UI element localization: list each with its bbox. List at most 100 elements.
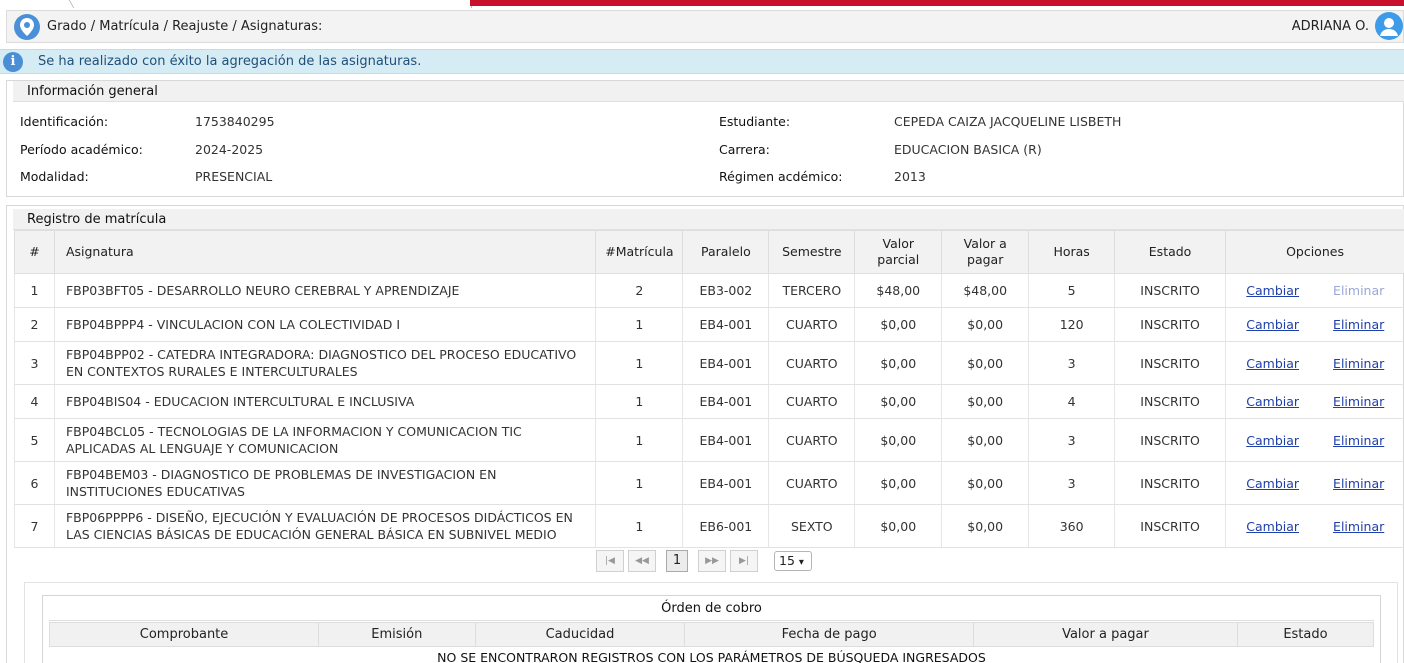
row-opciones: Cambiar Eliminar <box>1225 461 1404 505</box>
cobro-header-fecha-pago: Fecha de pago <box>684 622 975 647</box>
no-records-message: NO SE ENCONTRARON REGISTROS CON LOS PARÁ… <box>437 650 986 663</box>
row-paralelo: EB3-002 <box>682 273 769 308</box>
row-matricula: 1 <box>595 504 683 548</box>
cambiar-link[interactable]: Cambiar <box>1246 355 1299 372</box>
row-horas: 3 <box>1028 341 1115 385</box>
row-semestre: CUARTO <box>768 307 855 342</box>
row-valor-parcial: $48,00 <box>854 273 942 308</box>
row-opciones: Cambiar Eliminar <box>1225 504 1404 548</box>
user-avatar-icon[interactable] <box>1375 12 1403 40</box>
table-row: 4 FBP04BIS04 - EDUCACION INTERCULTURAL E … <box>14 384 1404 419</box>
registro-table: # Asignatura #Matrícula Paralelo Semestr… <box>14 230 1404 548</box>
success-alert: i Se ha realizado con éxito la agregació… <box>0 49 1404 74</box>
prev-page-button[interactable]: ◀◀ <box>628 550 656 572</box>
row-valor-pagar: $0,00 <box>941 341 1029 385</box>
label-regimen: Régimen acdémico: <box>719 169 843 184</box>
row-opciones: Cambiar Eliminar <box>1225 273 1404 308</box>
cambiar-link[interactable]: Cambiar <box>1246 518 1299 535</box>
header-num: # <box>14 230 55 274</box>
row-valor-pagar: $0,00 <box>941 418 1029 462</box>
browser-top-strip <box>0 0 1404 8</box>
eliminar-link[interactable]: Eliminar <box>1333 433 1384 448</box>
cambiar-link[interactable]: Cambiar <box>1246 432 1299 449</box>
info-icon: i <box>3 52 23 72</box>
cambiar-link[interactable]: Cambiar <box>1246 393 1299 410</box>
location-pin-icon <box>14 14 40 40</box>
table-row: 1 FBP03BFT05 - DESARROLLO NEURO CEREBRAL … <box>14 273 1404 308</box>
header-horas: Horas <box>1028 230 1116 274</box>
last-page-button[interactable]: ▶| <box>730 550 758 572</box>
cambiar-link[interactable]: Cambiar <box>1246 282 1299 299</box>
label-identificacion: Identificación: <box>20 114 109 129</box>
table-row: 3 FBP04BPP02 - CATEDRA INTEGRADORA: DIAGN… <box>14 341 1404 385</box>
row-opciones: Cambiar Eliminar <box>1225 418 1404 462</box>
alert-message: Se ha realizado con éxito la agregación … <box>38 54 422 69</box>
user-name[interactable]: ADRIANA O. <box>1292 19 1369 34</box>
row-opciones: Cambiar Eliminar <box>1225 307 1404 342</box>
header-asignatura: Asignatura <box>53 230 597 274</box>
value-identificacion: 1753840295 <box>195 114 275 129</box>
row-valor-pagar: $0,00 <box>941 461 1029 505</box>
row-semestre: CUARTO <box>768 384 855 419</box>
cobro-header-caducidad: Caducidad <box>474 622 686 647</box>
value-regimen: 2013 <box>894 169 926 184</box>
value-estudiante: CEPEDA CAIZA JACQUELINE LISBETH <box>894 114 1122 129</box>
row-valor-parcial: $0,00 <box>854 461 942 505</box>
row-num: 7 <box>14 504 55 548</box>
row-num: 6 <box>14 461 55 505</box>
eliminar-link[interactable]: Eliminar <box>1333 317 1384 332</box>
row-num: 3 <box>14 341 55 385</box>
cobro-panel: Órden de cobro Comprobante Emisión Caduc… <box>42 595 1381 663</box>
row-num: 1 <box>14 273 55 308</box>
row-estado: INSCRITO <box>1114 384 1226 419</box>
row-horas: 5 <box>1028 273 1115 308</box>
eliminar-link: Eliminar <box>1333 283 1385 298</box>
row-asignatura: FBP04BCL05 - TECNOLOGIAS DE LA INFORMACI… <box>53 418 596 462</box>
header-paralelo: Paralelo <box>682 230 770 274</box>
row-asignatura: FBP04BPPP4 - VINCULACION CON LA COLECTIV… <box>53 307 596 342</box>
brand-red-bar <box>470 0 1404 6</box>
row-horas: 3 <box>1028 418 1115 462</box>
header-semestre: Semestre <box>768 230 856 274</box>
eliminar-link[interactable]: Eliminar <box>1333 476 1384 491</box>
row-asignatura: FBP04BEM03 - DIAGNOSTICO DE PROBLEMAS DE… <box>53 461 596 505</box>
row-valor-parcial: $0,00 <box>854 418 942 462</box>
eliminar-link[interactable]: Eliminar <box>1333 356 1384 371</box>
row-num: 4 <box>14 384 55 419</box>
eliminar-link[interactable]: Eliminar <box>1333 519 1384 534</box>
label-carrera: Carrera: <box>719 142 770 157</box>
page-size-select[interactable]: 15 ▾ <box>774 551 812 571</box>
cobro-header-comprobante: Comprobante <box>48 622 320 647</box>
first-page-button[interactable]: |◀ <box>596 550 624 572</box>
cambiar-link[interactable]: Cambiar <box>1246 475 1299 492</box>
current-page-button[interactable]: 1 <box>666 550 688 572</box>
row-estado: INSCRITO <box>1114 504 1226 548</box>
row-valor-pagar: $0,00 <box>941 307 1029 342</box>
row-asignatura: FBP06PPPP6 - DISEÑO, EJECUCIÓN Y EVALUAC… <box>53 504 596 548</box>
breadcrumb-bar: Grado / Matrícula / Reajuste / Asignatur… <box>6 10 1404 43</box>
header-estado: Estado <box>1114 230 1227 274</box>
row-matricula: 1 <box>595 384 683 419</box>
eliminar-link[interactable]: Eliminar <box>1333 394 1384 409</box>
header-matricula: #Matrícula <box>595 230 684 274</box>
row-valor-pagar: $0,00 <box>941 384 1029 419</box>
chevron-down-icon: ▾ <box>798 557 804 568</box>
label-estudiante: Estudiante: <box>719 114 791 129</box>
row-num: 2 <box>14 307 55 342</box>
table-row: 6 FBP04BEM03 - DIAGNOSTICO DE PROBLEMAS D… <box>14 461 1404 505</box>
row-paralelo: EB4-001 <box>682 418 769 462</box>
next-page-button[interactable]: ▶▶ <box>698 550 726 572</box>
row-semestre: SEXTO <box>768 504 855 548</box>
row-asignatura: FBP04BIS04 - EDUCACION INTERCULTURAL E I… <box>53 384 596 419</box>
cambiar-link[interactable]: Cambiar <box>1246 316 1299 333</box>
row-semestre: CUARTO <box>768 461 855 505</box>
row-valor-pagar: $0,00 <box>941 504 1029 548</box>
value-carrera: EDUCACION BASICA (R) <box>894 142 1042 157</box>
row-estado: INSCRITO <box>1114 273 1226 308</box>
row-matricula: 1 <box>595 341 683 385</box>
row-estado: INSCRITO <box>1114 341 1226 385</box>
cobro-header-estado: Estado <box>1236 622 1375 647</box>
general-info-panel: Información general Identificación: 1753… <box>6 80 1404 197</box>
registro-title: Registro de matrícula <box>13 209 1404 230</box>
header-valor-parcial: Valor parcial <box>854 230 943 274</box>
